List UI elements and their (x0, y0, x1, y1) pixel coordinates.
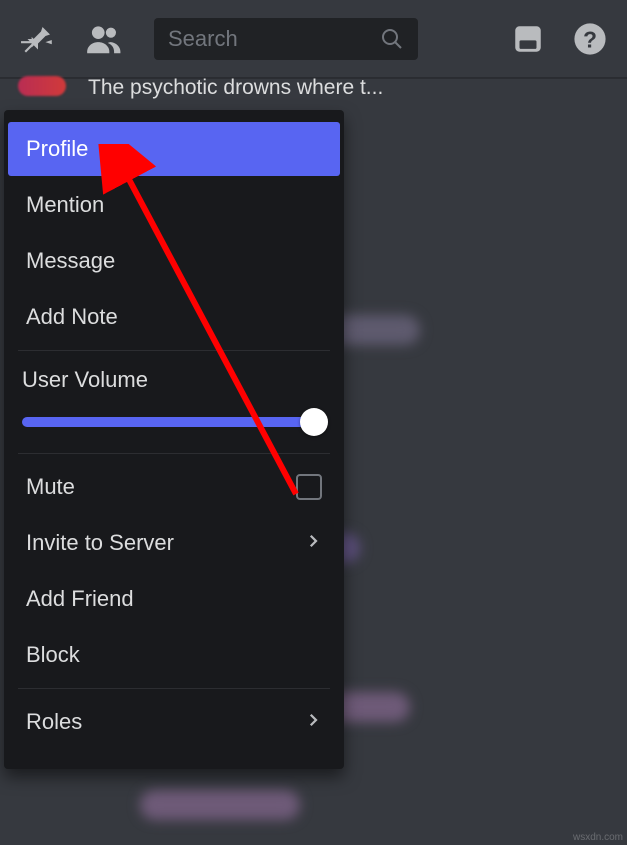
menu-profile[interactable]: Profile (8, 122, 340, 176)
top-bar-left (20, 20, 122, 58)
search-input[interactable] (168, 26, 348, 52)
user-context-menu: Profile Mention Message Add Note User Vo… (4, 110, 344, 769)
menu-add-note[interactable]: Add Note (8, 290, 340, 344)
svg-text:?: ? (583, 26, 597, 52)
top-bar: ? (0, 0, 627, 78)
menu-invite-to-server[interactable]: Invite to Server (8, 516, 340, 570)
menu-user-volume: User Volume (4, 357, 344, 447)
search-icon (380, 27, 404, 51)
user-volume-label: User Volume (22, 367, 326, 393)
mute-checkbox[interactable] (296, 474, 322, 500)
pin-icon[interactable] (20, 21, 56, 57)
blurred-username (140, 790, 300, 820)
menu-divider (18, 688, 330, 689)
inbox-icon[interactable] (511, 22, 545, 56)
search-box[interactable] (154, 18, 418, 60)
menu-add-friend[interactable]: Add Friend (8, 572, 340, 626)
menu-divider (18, 350, 330, 351)
chevron-right-icon (304, 709, 322, 735)
people-icon[interactable] (84, 20, 122, 58)
watermark: wsxdn.com (573, 832, 623, 843)
menu-mention[interactable]: Mention (8, 178, 340, 232)
avatar-decoration (18, 76, 66, 96)
message-text: The psychotic drowns where t... (88, 76, 383, 100)
chevron-right-icon (304, 530, 322, 556)
menu-block[interactable]: Block (8, 628, 340, 682)
help-icon[interactable]: ? (573, 22, 607, 56)
menu-roles[interactable]: Roles (8, 695, 340, 749)
menu-divider (18, 453, 330, 454)
menu-message[interactable]: Message (8, 234, 340, 288)
top-bar-right: ? (511, 22, 607, 56)
volume-slider-handle[interactable] (300, 408, 328, 436)
volume-slider[interactable] (22, 417, 326, 427)
menu-mute[interactable]: Mute (8, 460, 340, 514)
